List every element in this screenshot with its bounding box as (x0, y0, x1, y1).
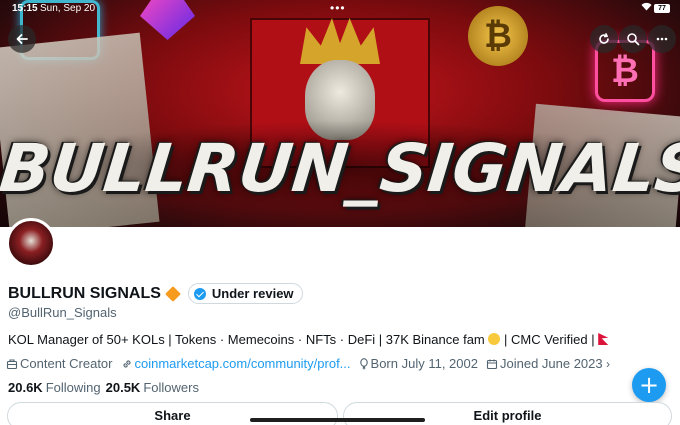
joined-item[interactable]: Joined June 2023 › (486, 356, 610, 371)
more-button[interactable] (648, 25, 676, 53)
birthday-item: Born July 11, 2002 (359, 356, 478, 371)
balloon-icon (359, 357, 368, 369)
following-link[interactable]: 20.6K Following (8, 380, 101, 395)
followers-link[interactable]: 20.5K Followers (106, 380, 199, 395)
birthday-label: Born July 11, 2002 (370, 356, 478, 371)
search-button[interactable] (619, 25, 647, 53)
verified-check-icon (193, 287, 206, 300)
nepal-flag-icon (598, 333, 609, 345)
name-row: BULLRUN SIGNALS Under review (8, 283, 303, 304)
bio-text-tail: | CMC Verified | (504, 332, 595, 347)
profile-meta: Content Creator coinmarketcap.com/commun… (6, 356, 618, 371)
joined-label: Joined June 2023 (499, 356, 603, 371)
verification-status-label: Under review (211, 286, 294, 301)
back-button[interactable] (8, 25, 36, 53)
profile-bio: KOL Manager of 50+ KOLs | Tokens · Memec… (8, 332, 609, 347)
briefcase-icon (6, 358, 18, 369)
verification-status-badge[interactable]: Under review (187, 283, 303, 304)
coin-emoji-icon (488, 333, 501, 345)
more-horizontal-icon (656, 37, 668, 41)
search-icon (627, 33, 640, 46)
wifi-icon (641, 2, 652, 14)
home-indicator[interactable] (250, 418, 425, 422)
chevron-right-icon: › (602, 356, 610, 371)
banner-title-text: BULLRUN_SIGNALS (0, 130, 680, 207)
user-handle: @BullRun_Signals (8, 305, 117, 320)
battery-indicator: 77 (654, 4, 670, 13)
calendar-icon (486, 359, 498, 369)
compose-post-button[interactable]: + (632, 368, 666, 402)
display-name: BULLRUN SIGNALS (8, 284, 161, 302)
website-item[interactable]: coinmarketcap.com/community/prof... (121, 356, 351, 371)
refresh-icon (599, 33, 609, 44)
orange-diamond-icon (164, 285, 181, 302)
profile-banner[interactable]: ₿ ₿ BULLRUN_SIGNALS (0, 0, 680, 227)
following-label: Following (45, 380, 101, 395)
avatar[interactable] (6, 218, 56, 268)
status-date: Sun, Sep 20 (40, 3, 96, 14)
multitask-dots[interactable]: ••• (330, 1, 346, 15)
website-link[interactable]: coinmarketcap.com/community/prof... (135, 356, 351, 371)
bio-text: KOL Manager of 50+ KOLs | Tokens · Memec… (8, 332, 485, 347)
category-item: Content Creator (6, 356, 113, 371)
link-icon (122, 359, 131, 368)
following-count: 20.6K (8, 380, 43, 395)
status-bar: 15:15 Sun, Sep 20 ••• 77 (0, 0, 680, 18)
followers-label: Followers (143, 380, 199, 395)
status-time: 15:15 (12, 3, 38, 14)
followers-count: 20.5K (105, 380, 141, 395)
category-label: Content Creator (20, 356, 113, 371)
refresh-button[interactable] (590, 25, 618, 53)
arrow-left-icon (16, 34, 28, 44)
follow-stats: 20.6K Following 20.5K Followers (8, 380, 204, 395)
